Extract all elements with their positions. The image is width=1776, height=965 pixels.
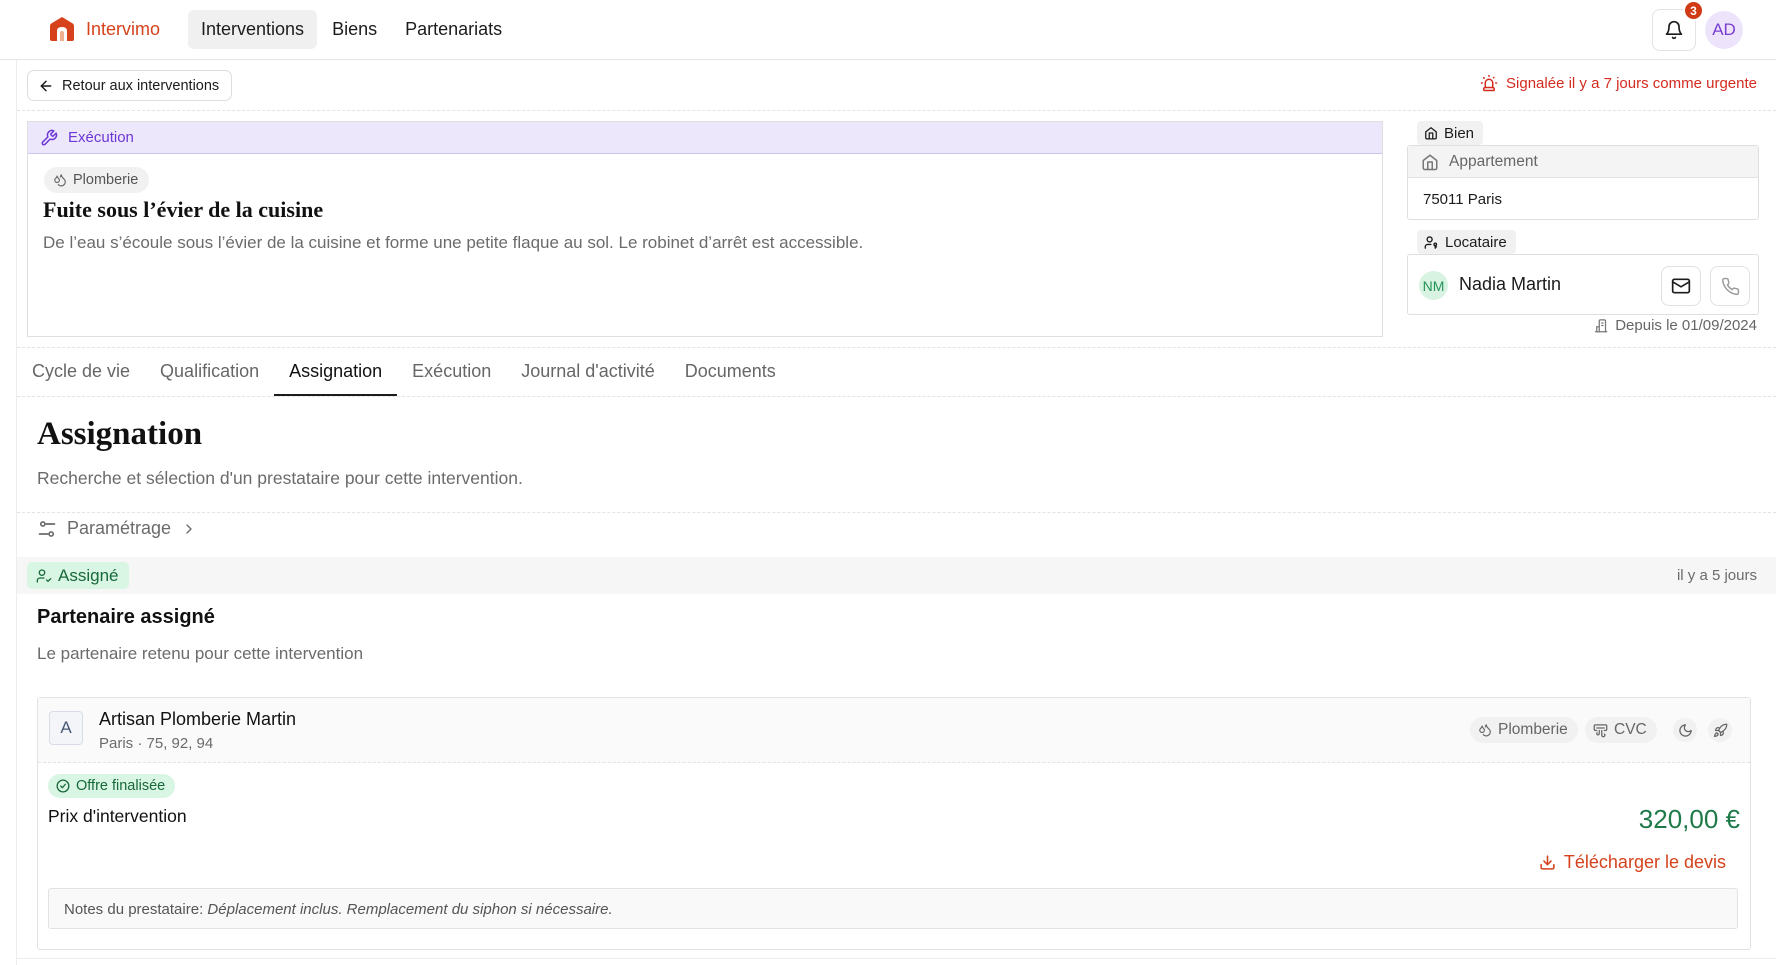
user-key-icon (1424, 235, 1438, 249)
rocket-icon (1713, 723, 1727, 737)
tab-cycle-de-vie[interactable]: Cycle de vie (17, 350, 145, 396)
email-tenant-button[interactable] (1661, 266, 1701, 306)
nav-partenariats[interactable]: Partenariats (392, 10, 515, 49)
skill-label: Plomberie (1498, 721, 1568, 738)
tenancy-since-label: Depuis le 01/09/2024 (1615, 317, 1757, 334)
sliders-icon (38, 520, 56, 537)
download-quote-label: Télécharger le devis (1563, 852, 1726, 872)
call-tenant-button[interactable] (1710, 266, 1750, 306)
wrench-icon (41, 129, 58, 145)
brand-name: Intervimo (86, 18, 161, 39)
category-label: Plomberie (73, 172, 139, 188)
urgent-notice: Signalée il y a 7 jours comme urgente (1480, 74, 1757, 92)
divider (17, 396, 1776, 397)
assigned-time: il y a 5 jours (1676, 567, 1757, 584)
house-logo-icon (50, 17, 74, 41)
tab-assignation[interactable]: Assignation (274, 350, 398, 396)
offer-status-badge: Offre finalisée (48, 774, 176, 798)
siren-icon (1480, 74, 1498, 92)
back-to-interventions-button[interactable]: Retour aux interventions (27, 70, 233, 101)
assigned-status-label: Assigné (58, 565, 119, 585)
property-type-row: Appartement (1408, 146, 1758, 178)
property-city: 75011 Paris (1423, 191, 1502, 208)
notes-label: Notes du prestataire: (64, 901, 204, 918)
property-card[interactable]: Appartement 75011 Paris (1407, 145, 1759, 220)
notification-count-badge: 3 (1683, 0, 1704, 21)
bell-icon (1665, 20, 1683, 40)
parametrage-label: Paramétrage (67, 518, 172, 538)
locataire-tag-label: Locataire (1445, 233, 1507, 251)
download-icon (1540, 855, 1555, 870)
lease-icon (1595, 319, 1608, 333)
price-label: Prix d'intervention (48, 806, 187, 826)
skill-label: CVC (1614, 721, 1647, 738)
divider (17, 958, 1776, 959)
user-avatar[interactable]: AD (1705, 11, 1743, 49)
intervention-card: Exécution Plomberie Fuite sous l’évier d… (27, 121, 1383, 337)
price-value: 320,00 € (1638, 804, 1740, 834)
check-circle-icon (56, 779, 70, 793)
nav-interventions[interactable]: Interventions (188, 10, 318, 49)
provider-name[interactable]: Artisan Plomberie Martin (99, 709, 296, 730)
divider (17, 347, 1776, 348)
intervention-title: Fuite sous l’évier de la cuisine (43, 197, 324, 222)
provider-zone: Paris · 75, 92, 94 (99, 735, 214, 752)
tenancy-since: Depuis le 01/09/2024 (1593, 317, 1757, 334)
arrow-left-icon (40, 80, 52, 91)
mail-icon (1671, 278, 1691, 294)
top-navigation: Intervimo Interventions Biens Partenaria… (0, 0, 1776, 60)
section-title: Assignation (37, 416, 203, 452)
intervention-tabs: Cycle de vie Qualification Assignation E… (17, 350, 791, 396)
home-icon (1425, 127, 1437, 140)
provider-avatar: A (49, 711, 83, 745)
bien-tag-label: Bien (1444, 124, 1475, 142)
intervention-description: De l’eau s’écoule sous l’évier de la cui… (43, 233, 864, 252)
section-subtitle: Recherche et sélection d'un prestataire … (37, 468, 523, 488)
pipe-icon (54, 174, 66, 187)
tab-execution[interactable]: Exécution (397, 350, 506, 396)
main-nav: Interventions Biens Partenariats (188, 10, 517, 49)
notes-text: Déplacement inclus. Remplacement du siph… (207, 901, 613, 918)
status-label: Exécution (68, 129, 134, 146)
provider-offer-card: A Artisan Plomberie Martin Paris · 75, 9… (37, 697, 1751, 950)
tenant-card: NM Nadia Martin (1407, 254, 1759, 315)
offer-status-label: Offre finalisée (76, 778, 166, 794)
category-chip: Plomberie (44, 167, 150, 193)
air-vent-icon (1593, 723, 1608, 737)
chevron-right-icon (186, 523, 192, 534)
parametrage-toggle[interactable]: Paramétrage (37, 518, 197, 539)
tenant-avatar: NM (1419, 271, 1448, 300)
divider (17, 512, 1776, 513)
night-availability-icon (1673, 718, 1697, 742)
back-button-label: Retour aux interventions (62, 77, 220, 94)
property-type: Appartement (1449, 152, 1538, 170)
home-icon (1422, 154, 1438, 170)
divider (17, 110, 1776, 111)
pipe-icon (1479, 724, 1491, 737)
user-check-icon (36, 568, 52, 583)
express-availability-icon (1708, 718, 1732, 742)
skill-chip-plomberie: Plomberie (1470, 717, 1578, 743)
provider-header: A Artisan Plomberie Martin Paris · 75, 9… (38, 698, 1750, 763)
partner-subtitle: Le partenaire retenu pour cette interven… (37, 644, 364, 663)
locataire-tag: Locataire (1417, 230, 1516, 254)
tab-documents[interactable]: Documents (670, 350, 791, 396)
phone-icon (1721, 277, 1739, 295)
moon-icon (1678, 723, 1692, 737)
assignment-status-row: Assigné il y a 5 jours (17, 557, 1776, 594)
skill-chip-cvc: CVC (1585, 717, 1657, 743)
status-header: Exécution (28, 122, 1382, 154)
urgent-label: Signalée il y a 7 jours comme urgente (1506, 74, 1757, 92)
partner-title: Partenaire assigné (37, 606, 215, 628)
brand[interactable]: Intervimo (48, 15, 160, 43)
bien-tag: Bien (1417, 121, 1484, 145)
download-quote-link[interactable]: Télécharger le devis (1539, 852, 1726, 873)
provider-notes: Notes du prestataire: Déplacement inclus… (48, 888, 1738, 929)
tab-journal[interactable]: Journal d'activité (506, 350, 670, 396)
tenant-name: Nadia Martin (1459, 274, 1562, 294)
tab-qualification[interactable]: Qualification (145, 350, 274, 396)
assigned-status-badge: Assigné (27, 562, 130, 589)
nav-biens[interactable]: Biens (319, 10, 390, 49)
